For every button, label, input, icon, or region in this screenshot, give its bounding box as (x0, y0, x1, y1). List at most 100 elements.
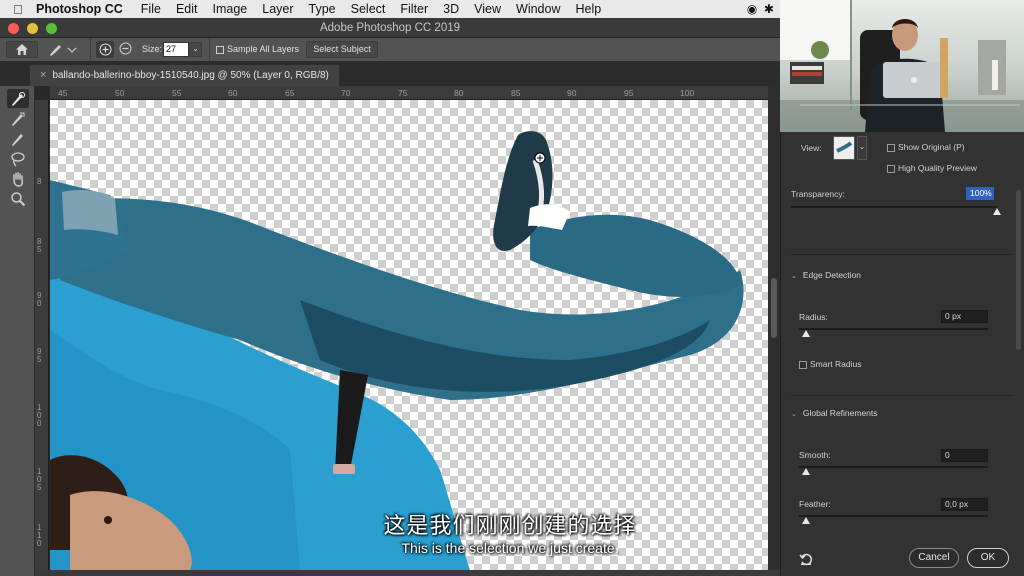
transparency-slider-handle[interactable] (993, 208, 1001, 215)
transparency-label: Transparency: (791, 189, 846, 199)
view-thumbnail-icon (834, 137, 854, 159)
vertical-ruler: 8 85 90 95 100 105 110 (35, 100, 49, 570)
close-tab-icon[interactable]: × (40, 69, 46, 81)
reset-icon (799, 553, 813, 566)
menu-filter[interactable]: Filter (400, 2, 428, 16)
lasso-icon (11, 151, 25, 166)
scrollbar-thumb[interactable] (771, 278, 777, 338)
subtitle-english: This is the selection we just create. (401, 540, 619, 556)
menu-window[interactable]: Window (516, 2, 560, 16)
close-window-button[interactable] (8, 23, 19, 34)
lasso-tool[interactable] (7, 149, 29, 168)
window-title: Adobe Photoshop CC 2019 (319, 22, 461, 34)
hand-icon (13, 171, 24, 187)
feather-slider-track[interactable] (799, 515, 988, 517)
high-quality-preview-checkbox[interactable]: High Quality Preview (887, 163, 977, 173)
ruler-tick-label: 85 (511, 88, 521, 98)
tools-panel (0, 86, 35, 576)
document-tab[interactable]: × ballando-ballerino-bboy-1510540.jpg @ 5… (30, 65, 339, 86)
new-selection-mode-button[interactable] (96, 41, 114, 58)
zoom-tool[interactable] (7, 189, 29, 208)
document-tab-title: ballando-ballerino-bboy-1510540.jpg @ 50… (52, 70, 329, 81)
chevron-down-icon: ⌄ (791, 273, 797, 280)
checkbox-box (887, 164, 895, 173)
menu-edit[interactable]: Edit (176, 2, 198, 16)
panel-scrollbar[interactable] (1014, 140, 1022, 560)
feather-input[interactable]: 0,0 px (941, 498, 988, 511)
status-icons[interactable]: ◉ ✱ (747, 2, 774, 16)
radius-slider-track[interactable] (799, 328, 988, 330)
refine-edge-brush-tool[interactable] (7, 109, 29, 128)
add-to-selection-icon (99, 43, 111, 56)
minimize-window-button[interactable] (27, 23, 38, 34)
edge-detection-section-header[interactable]: ⌄ Edge Detection (791, 270, 861, 280)
tool-preset-picker[interactable] (46, 41, 80, 60)
home-icon (16, 44, 28, 55)
transparency-input[interactable]: 100% (966, 187, 994, 200)
feather-slider-handle[interactable] (802, 517, 810, 524)
view-mode-thumbnail[interactable] (833, 136, 855, 160)
radius-slider-handle[interactable] (802, 330, 810, 337)
ruler-tick-label: 80 (454, 88, 464, 98)
brush-tool[interactable] (7, 129, 29, 148)
global-refinements-section-header[interactable]: ⌄ Global Refinements (791, 408, 878, 418)
menu-image[interactable]: Image (213, 2, 248, 16)
size-label: Size: (142, 44, 163, 54)
divider (791, 395, 1013, 396)
cursor-plus-icon (534, 152, 546, 164)
smooth-input[interactable]: 0 (941, 449, 988, 462)
ruler-tick-label: 65 (285, 88, 295, 98)
options-bar: Size: 27 ⌄ Sample All Layers Select Subj… (0, 38, 780, 62)
smooth-slider-track[interactable] (799, 466, 988, 468)
ruler-tick-label: 105 (37, 467, 42, 492)
menu-3d[interactable]: 3D (443, 2, 459, 16)
smart-radius-checkbox[interactable]: Smart Radius (799, 359, 862, 369)
brush-size-input[interactable]: 27 (163, 42, 189, 57)
document-canvas[interactable] (50, 100, 768, 570)
menu-type[interactable]: Type (309, 2, 336, 16)
status-bar (35, 570, 780, 576)
ok-button[interactable]: OK (967, 548, 1009, 568)
hand-tool[interactable] (7, 169, 29, 188)
document-tab-bar: × ballando-ballerino-bboy-1510540.jpg @ 5… (0, 62, 780, 86)
refine-edge-brush-icon (12, 112, 25, 126)
view-mode-dropdown[interactable]: ⌄ (857, 136, 867, 160)
subtract-selection-mode-button[interactable] (119, 42, 132, 57)
smooth-slider-handle[interactable] (802, 468, 810, 475)
global-refinements-title: Global Refinements (802, 408, 878, 418)
radius-input[interactable]: 0 px (941, 310, 988, 323)
select-subject-button[interactable]: Select Subject (306, 41, 378, 58)
selection-preview-image (50, 131, 744, 570)
apple-icon[interactable]:  (0, 2, 36, 17)
scrollbar-thumb[interactable] (1016, 190, 1021, 350)
divider (791, 254, 1013, 255)
webcam-overlay (780, 0, 1024, 132)
quick-selection-tool[interactable] (7, 89, 29, 108)
subtitle-chinese: 这是我们刚刚创建的选择 (383, 514, 637, 539)
home-button[interactable] (6, 41, 38, 58)
sample-all-layers-checkbox[interactable]: Sample All Layers (216, 44, 299, 54)
canvas-vertical-scrollbar[interactable] (768, 86, 780, 570)
ruler-tick-label: 8 (37, 177, 42, 186)
traffic-lights (8, 23, 57, 34)
menu-view[interactable]: View (474, 2, 501, 16)
transparency-slider-track[interactable] (791, 206, 997, 208)
horizontal-ruler: 45 50 55 60 65 70 75 80 85 90 95 100 (50, 86, 768, 100)
menu-layer[interactable]: Layer (262, 2, 293, 16)
show-original-checkbox[interactable]: Show Original (P) (887, 142, 965, 152)
menu-file[interactable]: File (141, 2, 161, 16)
menu-help[interactable]: Help (576, 2, 602, 16)
checkbox-box (799, 360, 807, 369)
belt-tag (333, 464, 355, 474)
high-quality-preview-label: High Quality Preview (898, 163, 977, 173)
show-original-label: Show Original (P) (898, 142, 965, 152)
cancel-button[interactable]: Cancel (909, 548, 959, 568)
subtract-from-selection-icon (119, 42, 132, 55)
brush-size-dropdown[interactable]: ⌄ (189, 42, 202, 57)
menu-select[interactable]: Select (351, 2, 386, 16)
app-name-menu[interactable]: Photoshop CC (36, 2, 123, 16)
dancer-eye (104, 516, 112, 524)
reset-button[interactable] (799, 552, 813, 568)
zoom-window-button[interactable] (46, 23, 57, 34)
checkbox-box (216, 45, 224, 54)
